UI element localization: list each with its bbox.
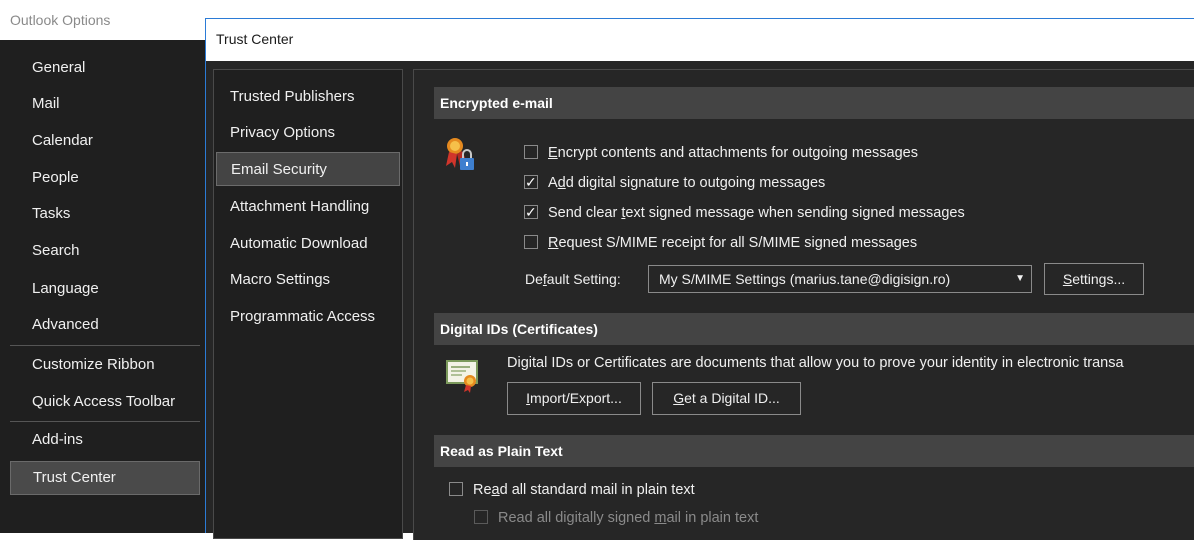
send-clear-text-option[interactable]: Send clear text signed message when send… <box>524 202 965 224</box>
tc-nav-trusted-publishers[interactable]: Trusted Publishers <box>216 80 400 114</box>
import-export-button[interactable]: Import/Export... <box>507 382 641 415</box>
digital-ids-description: Digital IDs or Certificates are document… <box>507 355 1124 371</box>
nav-trust-center[interactable]: Trust Center <box>10 461 200 495</box>
button-text: ettings... <box>1072 271 1126 287</box>
trust-center-titlebar: Trust Center <box>206 19 1194 61</box>
option-text: equest S/MIME receipt for all S/MIME sig… <box>558 235 918 251</box>
certificate-icon <box>446 359 480 393</box>
label-text: ault Setting: <box>546 271 621 287</box>
read-standard-plain-text-option[interactable]: Read all standard mail in plain text <box>449 479 695 501</box>
tc-nav-macro-settings[interactable]: Macro Settings <box>216 263 400 297</box>
tc-nav-privacy-options[interactable]: Privacy Options <box>216 116 400 150</box>
nav-separator <box>10 421 200 422</box>
request-smime-receipt-checkbox[interactable] <box>524 235 538 249</box>
option-text: ail in plain text <box>666 510 759 526</box>
option-access-key: a <box>491 482 500 498</box>
default-setting-label: Default Setting: <box>525 271 621 287</box>
read-signed-plain-text-checkbox <box>474 510 488 524</box>
send-clear-text-checkbox[interactable] <box>524 202 538 224</box>
certificate-lock-icon <box>444 136 478 174</box>
trust-center-title: Trust Center <box>216 31 294 47</box>
tc-nav-automatic-download[interactable]: Automatic Download <box>216 227 400 261</box>
nav-general[interactable]: General <box>10 52 200 84</box>
option-text: d digital signature to outgoing messages <box>565 175 826 191</box>
encrypt-contents-option[interactable]: Encrypt contents and attachments for out… <box>524 142 918 164</box>
option-text: A <box>548 175 558 191</box>
chevron-down-icon: ▼ <box>1015 273 1025 284</box>
add-digital-signature-checkbox[interactable] <box>524 172 538 194</box>
button-text: mport/Export... <box>530 390 622 406</box>
outlook-options-nav: General Mail Calendar People Tasks Searc… <box>0 40 205 533</box>
encrypt-contents-checkbox[interactable] <box>524 145 538 159</box>
nav-customize-ribbon[interactable]: Customize Ribbon <box>10 349 200 381</box>
nav-language[interactable]: Language <box>10 273 200 305</box>
default-setting-value: My S/MIME Settings (marius.tane@digisign… <box>659 271 951 287</box>
nav-search[interactable]: Search <box>10 235 200 267</box>
read-signed-plain-text-option: Read all digitally signed mail in plain … <box>474 507 758 529</box>
nav-separator <box>10 345 200 346</box>
read-plain-text-header: Read as Plain Text <box>434 435 1194 467</box>
tc-nav-attachment-handling[interactable]: Attachment Handling <box>216 190 400 224</box>
read-standard-plain-text-checkbox[interactable] <box>449 482 463 496</box>
encrypted-email-header: Encrypted e-mail <box>434 87 1194 119</box>
trust-center-dialog: Trust Center Trusted Publishers Privacy … <box>205 18 1194 540</box>
option-access-key: m <box>654 510 667 526</box>
label-text: De <box>525 271 543 287</box>
nav-add-ins[interactable]: Add-ins <box>10 424 200 456</box>
nav-quick-access-toolbar[interactable]: Quick Access Toolbar <box>10 386 200 418</box>
tc-nav-email-security[interactable]: Email Security <box>216 152 400 186</box>
option-text: Send clear <box>548 205 622 221</box>
option-access-key: R <box>548 235 559 251</box>
nav-advanced[interactable]: Advanced <box>10 309 200 341</box>
request-smime-receipt-option[interactable]: Request S/MIME receipt for all S/MIME si… <box>524 232 917 254</box>
option-access-key: d <box>557 175 566 191</box>
option-text: ext signed message when sending signed m… <box>625 205 965 221</box>
nav-people[interactable]: People <box>10 162 200 194</box>
digital-ids-header: Digital IDs (Certificates) <box>434 313 1194 345</box>
option-text: d all standard mail in plain text <box>499 482 695 498</box>
trust-center-nav: Trusted Publishers Privacy Options Email… <box>213 69 403 539</box>
option-text: Re <box>473 482 492 498</box>
tc-nav-programmatic-access[interactable]: Programmatic Access <box>216 300 400 334</box>
settings-button[interactable]: Settings... <box>1044 263 1144 295</box>
button-access-key: G <box>673 390 685 406</box>
option-access-key: E <box>548 145 558 161</box>
nav-mail[interactable]: Mail <box>10 88 200 120</box>
option-text: Read all digitally signed <box>498 510 655 526</box>
option-text: ncrypt contents and attachments for outg… <box>557 145 918 161</box>
add-digital-signature-option[interactable]: Add digital signature to outgoing messag… <box>524 172 825 194</box>
button-text: et a Digital ID... <box>684 390 780 406</box>
email-security-pane: Encrypted e-mail Encrypt contents and at… <box>413 69 1194 540</box>
trust-center-body: Trusted Publishers Privacy Options Email… <box>206 61 1194 540</box>
default-setting-select[interactable]: My S/MIME Settings (marius.tane@digisign… <box>648 265 1032 293</box>
outlook-options-title: Outlook Options <box>10 12 111 28</box>
nav-calendar[interactable]: Calendar <box>10 125 200 157</box>
button-access-key: S <box>1062 271 1073 287</box>
get-digital-id-button[interactable]: Get a Digital ID... <box>652 382 801 415</box>
nav-tasks[interactable]: Tasks <box>10 198 200 230</box>
